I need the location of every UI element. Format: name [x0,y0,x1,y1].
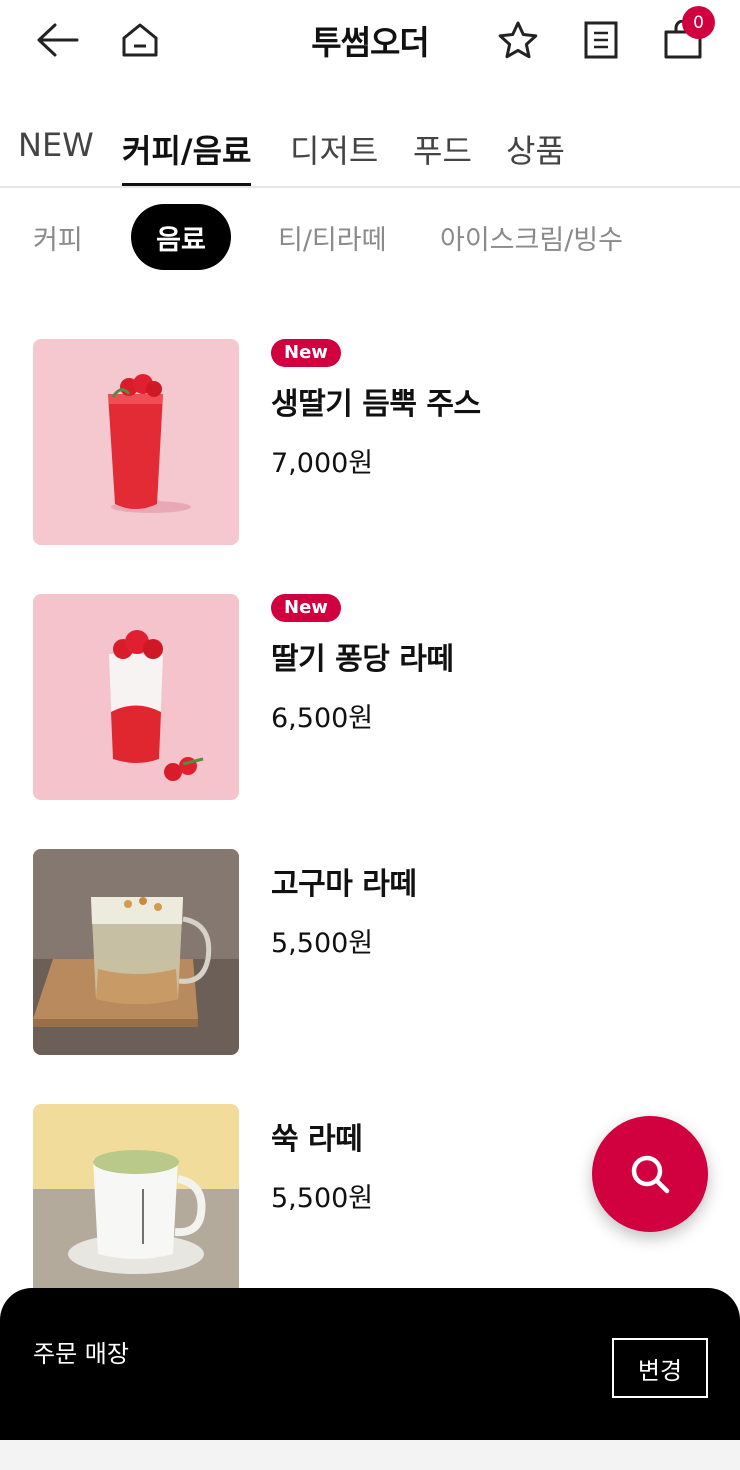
order-history-button[interactable] [573,12,629,68]
subtab-drinks[interactable]: 음료 [131,204,231,270]
cart-count-badge: 0 [682,6,715,39]
subtab-coffee[interactable]: 커피 [33,204,83,270]
sub-category-tabs: 커피 음료 티/티라떼 아이스크림/빙수 [0,204,740,270]
product-image [33,849,239,1055]
product-info: New 생딸기 듬뿍 주스 7,000원 [271,339,481,480]
cart-button[interactable]: 0 [655,6,715,68]
new-badge: New [271,339,341,367]
star-icon [498,21,538,59]
product-image [33,339,239,545]
product-info: New 딸기 퐁당 라떼 6,500원 [271,594,454,735]
product-price: 5,500원 [271,928,374,959]
product-image [33,594,239,800]
page-title: 투썸오더 [311,23,429,62]
tab-dessert[interactable]: 디저트 [290,126,378,186]
product-item[interactable]: New 생딸기 듬뿍 주스 7,000원 [33,339,713,545]
main-category-tabs: NEW 커피/음료 디저트 푸드 상품 [0,108,740,188]
new-badge: New [271,594,341,622]
bottom-strip [0,1440,740,1470]
product-info: 쑥 라떼 5,500원 [271,1104,373,1215]
product-item[interactable]: 고구마 라떼 5,500원 [33,849,713,1055]
receipt-icon [584,21,618,59]
search-icon [631,1155,670,1194]
tab-coffee-drinks[interactable]: 커피/음료 [122,126,252,186]
product-info: 고구마 라떼 5,500원 [271,849,417,960]
tab-new[interactable]: NEW [18,126,94,186]
order-store-sheet: 주문 매장 변경 [0,1288,740,1440]
change-store-button[interactable]: 변경 [612,1338,708,1398]
product-name: 생딸기 듬뿍 주스 [271,387,481,422]
tab-goods[interactable]: 상품 [506,126,565,186]
order-store-label: 주문 매장 [33,1340,129,1368]
subtab-tea-latte[interactable]: 티/티라떼 [278,204,386,270]
app-header: 투썸오더 0 [0,0,740,82]
search-fab-button[interactable] [592,1116,708,1232]
product-name: 딸기 퐁당 라떼 [271,642,454,677]
product-price: 5,500원 [271,1183,374,1214]
product-name: 고구마 라떼 [271,867,417,902]
product-image [33,1104,239,1310]
product-item[interactable]: New 딸기 퐁당 라떼 6,500원 [33,594,713,800]
tab-food[interactable]: 푸드 [413,126,472,186]
favorites-button[interactable] [490,12,546,68]
product-price: 7,000원 [271,448,374,479]
product-price: 6,500원 [271,703,374,734]
subtab-icecream-bingsu[interactable]: 아이스크림/빙수 [440,204,623,270]
product-name: 쑥 라떼 [271,1122,363,1157]
